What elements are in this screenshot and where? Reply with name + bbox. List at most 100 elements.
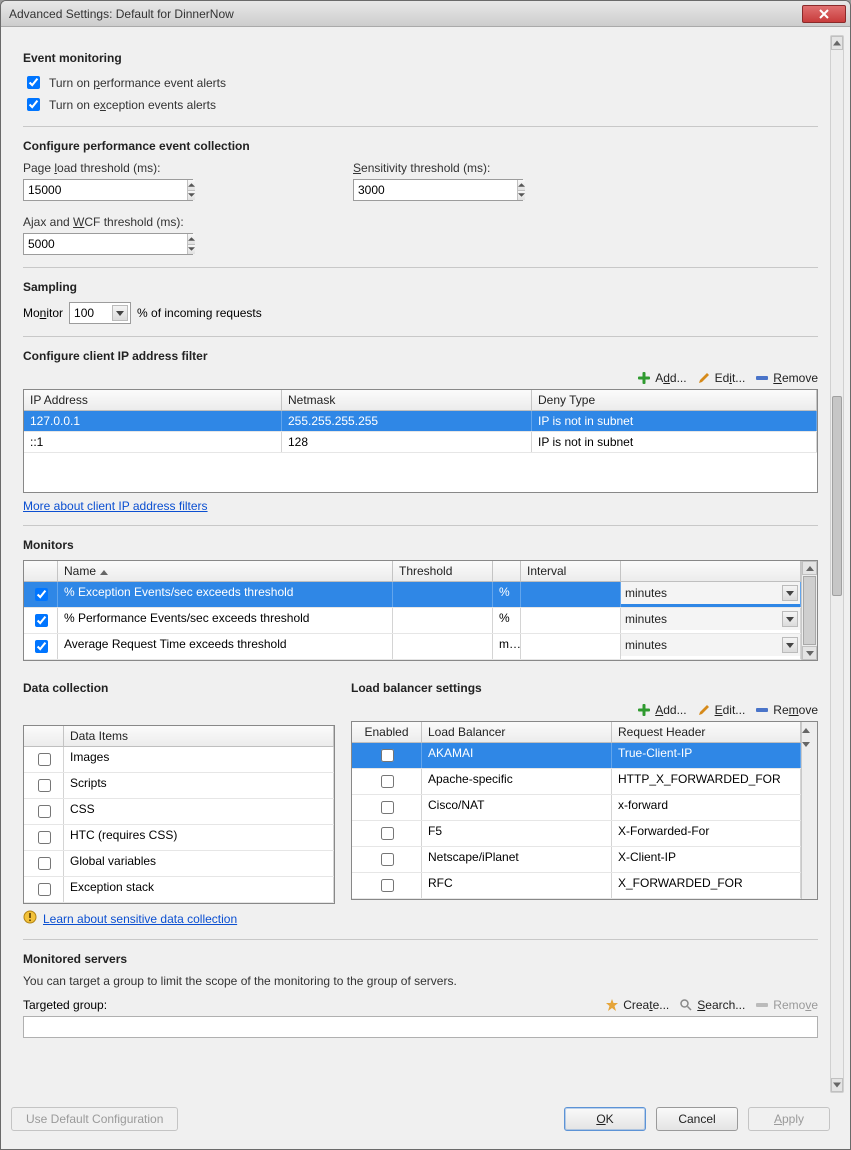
spin-up-icon[interactable] xyxy=(188,180,195,191)
data-learn-link[interactable]: Learn about sensitive data collection xyxy=(43,912,237,926)
ip-col-netmask[interactable]: Netmask xyxy=(282,390,532,410)
scrollbar-thumb[interactable] xyxy=(832,396,842,596)
sampling-combo[interactable]: 100 xyxy=(69,302,131,324)
data-item-row[interactable]: Scripts xyxy=(24,773,334,799)
chevron-down-icon[interactable] xyxy=(782,637,798,653)
monitor-threshold-input[interactable] xyxy=(393,608,493,630)
lb-col-name[interactable]: Load Balancer xyxy=(422,722,612,742)
create-button[interactable]: Create... xyxy=(605,998,669,1012)
mon-col-name[interactable]: Name xyxy=(58,561,393,581)
lb-scrollbar[interactable] xyxy=(801,722,817,899)
monitor-checkbox[interactable] xyxy=(35,614,48,627)
lb-enabled-checkbox[interactable] xyxy=(381,879,394,892)
mon-col-interval[interactable]: Interval xyxy=(521,561,621,581)
page-load-input[interactable] xyxy=(24,180,187,200)
data-item-row[interactable]: HTC (requires CSS) xyxy=(24,825,334,851)
cancel-button[interactable]: Cancel xyxy=(656,1107,738,1131)
page-load-spinner[interactable] xyxy=(23,179,193,201)
data-col-header[interactable]: Data Items xyxy=(64,726,334,746)
ip-row[interactable]: ::1 128 IP is not in subnet xyxy=(24,432,817,453)
monitor-row[interactable]: % Performance Events/sec exceeds thresho… xyxy=(24,608,801,634)
lb-edit-button[interactable]: Edit... xyxy=(697,703,746,717)
data-item-checkbox[interactable] xyxy=(38,753,51,766)
data-item-row[interactable]: CSS xyxy=(24,799,334,825)
monitor-interval-input[interactable] xyxy=(521,634,621,656)
ip-remove-button[interactable]: Remove xyxy=(755,371,818,385)
lb-col-enabled[interactable]: Enabled xyxy=(352,722,422,742)
exception-alerts-input[interactable] xyxy=(27,98,40,111)
lb-enabled-checkbox[interactable] xyxy=(381,853,394,866)
lb-col-header[interactable]: Request Header xyxy=(612,722,801,742)
sensitivity-input[interactable] xyxy=(354,180,517,200)
data-item-checkbox[interactable] xyxy=(38,805,51,818)
monitor-checkbox[interactable] xyxy=(35,588,48,601)
ip-col-ip[interactable]: IP Address xyxy=(24,390,282,410)
lb-enabled-checkbox[interactable] xyxy=(381,801,394,814)
lb-row[interactable]: Netscape/iPlanet X-Client-IP xyxy=(352,847,801,873)
spin-up-icon[interactable] xyxy=(188,234,195,245)
scroll-up-icon[interactable] xyxy=(802,722,817,736)
mon-col-interval-unit[interactable] xyxy=(621,561,801,581)
mon-col-unit[interactable] xyxy=(493,561,521,581)
ajax-spinner[interactable] xyxy=(23,233,193,255)
lb-enabled-checkbox[interactable] xyxy=(381,827,394,840)
ip-col-deny[interactable]: Deny Type xyxy=(532,390,817,410)
lb-enabled-checkbox[interactable] xyxy=(381,749,394,762)
monitor-row[interactable]: % Exception Events/sec exceeds threshold… xyxy=(24,582,801,608)
ok-button[interactable]: OK xyxy=(564,1107,646,1131)
scrollbar-thumb[interactable] xyxy=(803,576,816,645)
page-scrollbar[interactable] xyxy=(830,35,844,1093)
monitor-interval-input[interactable] xyxy=(521,582,621,604)
spin-down-icon[interactable] xyxy=(518,191,525,201)
targeted-group-input[interactable] xyxy=(23,1016,818,1038)
lb-row[interactable]: AKAMAI True-Client-IP xyxy=(352,743,801,769)
sampling-suffix: % of incoming requests xyxy=(137,306,262,320)
data-item-row[interactable]: Exception stack xyxy=(24,877,334,903)
search-button[interactable]: Search... xyxy=(679,998,745,1012)
data-item-row[interactable]: Images xyxy=(24,747,334,773)
exception-alerts-checkbox[interactable]: Turn on exception events alerts xyxy=(23,95,818,114)
close-button[interactable] xyxy=(802,5,846,23)
lb-enabled-checkbox[interactable] xyxy=(381,775,394,788)
spin-up-icon[interactable] xyxy=(518,180,525,191)
scroll-up-icon[interactable] xyxy=(831,36,843,50)
lb-row[interactable]: F5 X-Forwarded-For xyxy=(352,821,801,847)
scroll-down-icon[interactable] xyxy=(802,736,817,750)
data-item-checkbox[interactable] xyxy=(38,857,51,870)
lb-row[interactable]: RFC X_FORWARDED_FOR xyxy=(352,873,801,899)
scroll-down-icon[interactable] xyxy=(831,1078,843,1092)
monitors-scrollbar[interactable] xyxy=(801,561,817,660)
ajax-input[interactable] xyxy=(24,234,187,254)
lb-row[interactable]: Apache-specific HTTP_X_FORWARDED_FOR xyxy=(352,769,801,795)
chevron-down-icon[interactable] xyxy=(782,585,798,601)
mon-col-check[interactable] xyxy=(24,561,58,581)
ip-edit-button[interactable]: Edit... xyxy=(697,371,746,385)
data-item-row[interactable]: Global variables xyxy=(24,851,334,877)
data-item-checkbox[interactable] xyxy=(38,831,51,844)
chevron-down-icon[interactable] xyxy=(112,305,128,321)
chevron-down-icon[interactable] xyxy=(782,611,798,627)
lb-add-button[interactable]: Add... xyxy=(637,703,686,717)
scroll-up-icon[interactable] xyxy=(802,561,817,575)
spin-down-icon[interactable] xyxy=(188,191,195,201)
sensitivity-spinner[interactable] xyxy=(353,179,523,201)
lb-row[interactable]: Cisco/NAT x-forward xyxy=(352,795,801,821)
monitor-interval-input[interactable] xyxy=(521,608,621,630)
monitor-threshold-input[interactable] xyxy=(393,634,493,656)
ip-add-button[interactable]: Add... xyxy=(637,371,686,385)
monitor-threshold-input[interactable] xyxy=(393,582,493,604)
data-item-checkbox[interactable] xyxy=(38,883,51,896)
data-item-checkbox[interactable] xyxy=(38,779,51,792)
perf-alerts-checkbox[interactable]: Turn on performance event alerts xyxy=(23,73,818,92)
perf-alerts-input[interactable] xyxy=(27,76,40,89)
lb-remove-button[interactable]: Remove xyxy=(755,703,818,717)
monitor-row[interactable]: Average Request Time exceeds threshold m… xyxy=(24,634,801,660)
spin-down-icon[interactable] xyxy=(188,245,195,255)
mon-col-threshold[interactable]: Threshold xyxy=(393,561,493,581)
ip-row[interactable]: 127.0.0.1 255.255.255.255 IP is not in s… xyxy=(24,411,817,432)
ip-cell-deny: IP is not in subnet xyxy=(532,432,817,452)
ip-more-link[interactable]: More about client IP address filters xyxy=(23,499,208,513)
scroll-down-icon[interactable] xyxy=(802,646,817,660)
ip-filter-heading: Configure client IP address filter xyxy=(23,349,818,363)
monitor-checkbox[interactable] xyxy=(35,640,48,653)
